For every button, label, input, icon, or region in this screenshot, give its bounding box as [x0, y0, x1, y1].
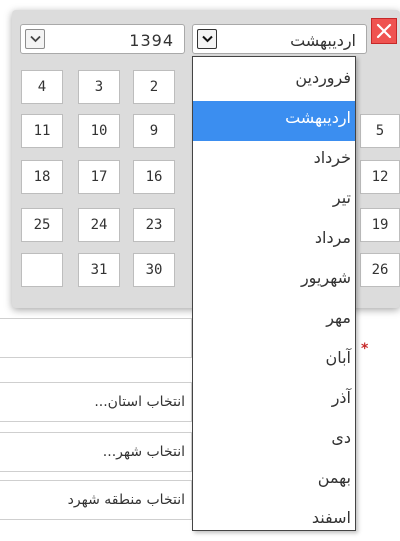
- year-dropdown-button[interactable]: [25, 29, 45, 49]
- day-cell[interactable]: 4: [21, 70, 63, 104]
- month-select[interactable]: اردیبهشت: [192, 24, 367, 54]
- city-select[interactable]: انتخاب شهر...: [0, 432, 192, 472]
- close-icon: [376, 23, 392, 39]
- province-placeholder: انتخاب استان...: [94, 394, 185, 410]
- day-cell[interactable]: 17: [78, 160, 120, 194]
- area-select[interactable]: انتخاب منطقه شهرد: [0, 480, 192, 520]
- area-placeholder: انتخاب منطقه شهرد: [67, 492, 185, 508]
- chevron-down-icon: [30, 35, 41, 43]
- city-placeholder: انتخاب شهر...: [102, 444, 185, 460]
- month-option-tir[interactable]: تیر: [193, 181, 355, 221]
- required-mark: *: [361, 341, 369, 357]
- day-cell[interactable]: 12: [360, 160, 400, 194]
- day-cell-empty: [21, 253, 63, 287]
- month-option-ordibehesht[interactable]: اردیبهشت: [193, 101, 355, 141]
- year-value: 1394: [129, 31, 174, 50]
- day-cell[interactable]: 31: [78, 253, 120, 287]
- day-cell[interactable]: 19: [360, 208, 400, 242]
- month-option-bahman[interactable]: بهمن: [193, 461, 355, 501]
- chevron-down-icon: [202, 35, 213, 43]
- month-option-aban[interactable]: آبان: [193, 341, 355, 381]
- province-select[interactable]: انتخاب استان...: [0, 382, 192, 422]
- day-cell[interactable]: 30: [133, 253, 175, 287]
- day-cell[interactable]: 16: [133, 160, 175, 194]
- month-option-esfand[interactable]: اسفند: [193, 501, 355, 541]
- month-dropdown-button[interactable]: [197, 29, 217, 49]
- day-cell[interactable]: 24: [78, 208, 120, 242]
- month-option-shahrivar[interactable]: شهریور: [193, 261, 355, 301]
- month-option-farvardin[interactable]: فروردین: [193, 61, 355, 101]
- day-cell[interactable]: 9: [133, 114, 175, 148]
- month-value: اردیبهشت: [290, 31, 356, 50]
- day-cell[interactable]: 25: [21, 208, 63, 242]
- day-cell[interactable]: 26: [360, 253, 400, 287]
- year-select[interactable]: 1394: [20, 24, 185, 54]
- day-cell[interactable]: 23: [133, 208, 175, 242]
- month-dropdown-list: فروردین اردیبهشت خرداد تیر مرداد شهریور …: [192, 56, 356, 531]
- month-option-dey[interactable]: دی: [193, 421, 355, 461]
- day-cell[interactable]: 5: [360, 114, 400, 148]
- day-cell[interactable]: 11: [21, 114, 63, 148]
- form-field-blank[interactable]: [0, 318, 192, 358]
- month-option-azar[interactable]: آذر: [193, 381, 355, 421]
- day-cell[interactable]: 2: [133, 70, 175, 104]
- day-cell[interactable]: 3: [78, 70, 120, 104]
- day-cell[interactable]: 10: [78, 114, 120, 148]
- day-cell[interactable]: 18: [21, 160, 63, 194]
- month-option-mehr[interactable]: مهر: [193, 301, 355, 341]
- month-option-khordad[interactable]: خرداد: [193, 141, 355, 181]
- close-button[interactable]: [371, 18, 397, 44]
- month-option-mordad[interactable]: مرداد: [193, 221, 355, 261]
